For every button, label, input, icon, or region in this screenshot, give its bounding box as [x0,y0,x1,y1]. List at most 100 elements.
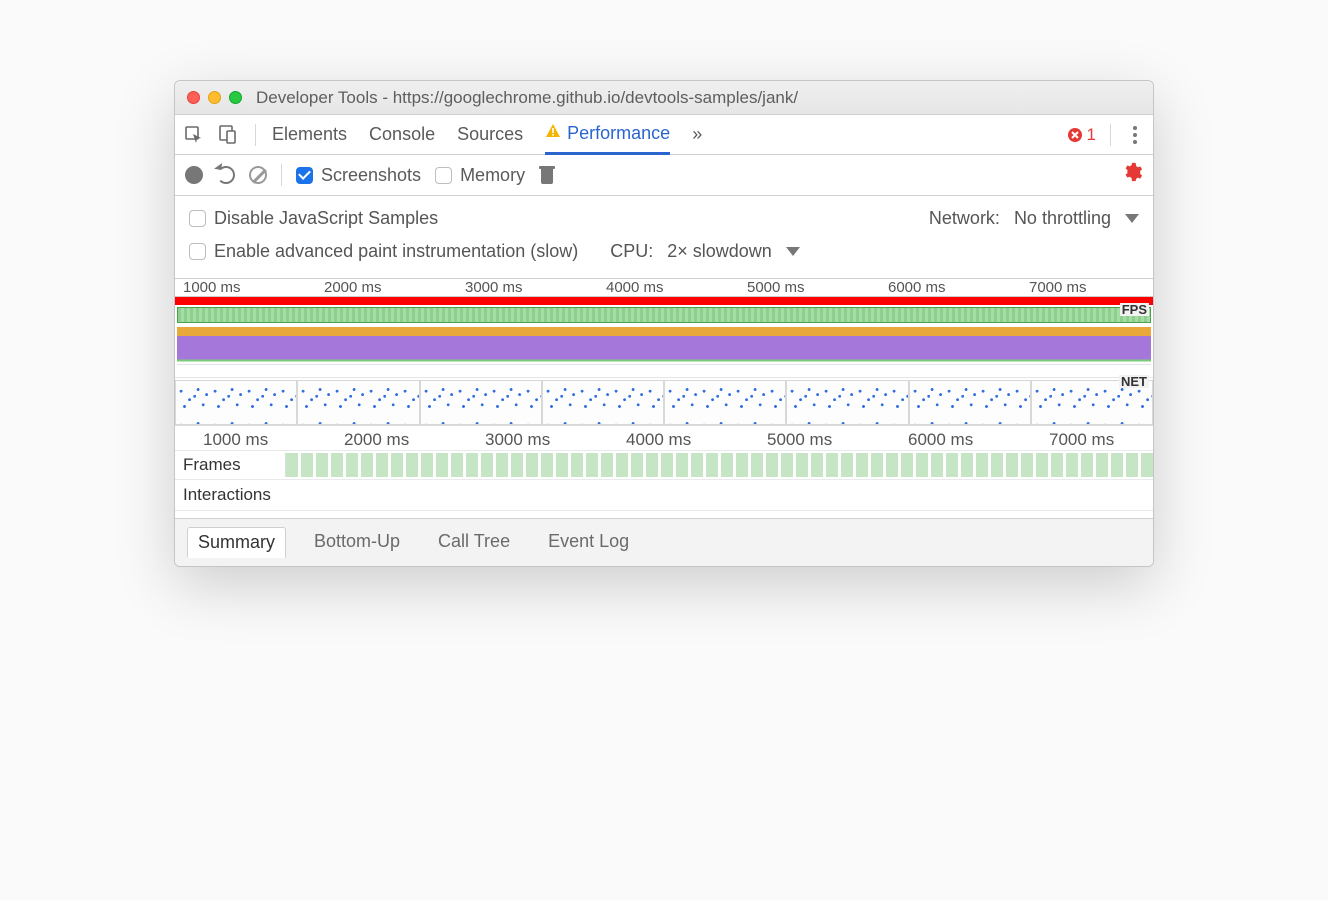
reload-record-icon[interactable] [217,166,235,184]
fps-label: FPS [1120,303,1149,316]
screenshots-toggle[interactable]: Screenshots [296,165,421,186]
tabs-overflow[interactable]: » [692,115,702,154]
screenshot-thumb[interactable] [664,380,786,425]
network-throttle-dropdown[interactable]: Network: No throttling [929,208,1139,229]
tick-label: 3000 ms [465,279,606,296]
separator [255,124,256,146]
flamechart-pane: 1000 ms 2000 ms 3000 ms 4000 ms 5000 ms … [175,425,1153,518]
checkbox-label: Disable JavaScript Samples [214,208,438,229]
details-tabs: Summary Bottom-Up Call Tree Event Log [175,518,1153,566]
frames-strip[interactable] [285,453,1153,477]
trash-icon[interactable] [539,166,555,184]
dropdown-label: CPU: [610,241,653,262]
kebab-menu-icon[interactable] [1125,126,1145,144]
track-label: Interactions [175,481,285,509]
screenshot-thumb[interactable] [909,380,1031,425]
tab-label: Summary [198,532,275,552]
long-task-bar [175,297,1153,305]
tab-performance[interactable]: Performance [545,116,670,155]
screenshot-thumb[interactable] [786,380,908,425]
device-toggle-icon[interactable] [217,124,239,146]
tab-console[interactable]: Console [369,115,435,154]
tick-label: 1000 ms [183,279,324,296]
tick-label: 6000 ms [888,279,1029,296]
more-icon: » [692,124,702,145]
tick-label: 2000 ms [344,430,485,450]
tab-sources[interactable]: Sources [457,115,523,154]
screenshot-thumb[interactable] [542,380,664,425]
tick-label: 4000 ms [606,279,747,296]
screenshot-thumb[interactable] [175,380,297,425]
capture-settings: Disable JavaScript Samples Network: No t… [175,196,1153,279]
screenshot-thumb[interactable] [297,380,419,425]
tab-summary[interactable]: Summary [187,527,286,558]
screenshot-thumb[interactable] [420,380,542,425]
error-badge[interactable]: 1 [1067,125,1096,145]
devtools-window: Developer Tools - https://googlechrome.g… [174,80,1154,567]
tick-label: 5000 ms [747,279,888,296]
checkbox-label: Screenshots [321,165,421,186]
enable-paint-instrumentation-toggle[interactable]: Enable advanced paint instrumentation (s… [189,241,578,262]
perf-toolbar: Screenshots Memory [175,155,1153,196]
tick-label: 6000 ms [908,430,1049,450]
zoom-icon[interactable] [229,91,242,104]
overview-pane[interactable]: 1000 ms 2000 ms 3000 ms 4000 ms 5000 ms … [175,279,1153,425]
overview-ruler: 1000 ms 2000 ms 3000 ms 4000 ms 5000 ms … [175,279,1153,297]
interactions-strip[interactable] [285,480,1153,510]
checkbox-label: Enable advanced paint instrumentation (s… [214,241,578,262]
separator [281,164,282,186]
separator [1110,124,1111,146]
spacer [175,510,1153,518]
dropdown-value: 2× slowdown [667,241,772,262]
clear-icon[interactable] [249,166,267,184]
screenshot-strip[interactable] [175,377,1153,425]
settings-gear-icon[interactable] [1121,161,1143,189]
fps-lane[interactable] [177,307,1151,323]
window-title: Developer Tools - https://googlechrome.g… [256,88,798,108]
tab-call-tree[interactable]: Call Tree [428,527,520,558]
cpu-throttle-dropdown[interactable]: CPU: 2× slowdown [610,241,800,262]
chevron-down-icon [1125,214,1139,223]
record-icon[interactable] [185,166,203,184]
tab-label: Performance [567,123,670,144]
error-count: 1 [1087,125,1096,145]
tab-label: Console [369,124,435,145]
main-tabs: Elements Console Sources Performance » [272,115,702,154]
traffic-lights [187,91,242,104]
chevron-down-icon [786,247,800,256]
warning-icon [545,123,561,144]
titlebar: Developer Tools - https://googlechrome.g… [175,81,1153,115]
cpu-lane[interactable] [177,327,1151,365]
disable-js-samples-toggle[interactable]: Disable JavaScript Samples [189,208,438,229]
tick-label: 5000 ms [767,430,908,450]
tick-label: 4000 ms [626,430,767,450]
dropdown-value: No throttling [1014,208,1111,229]
checkbox-label: Memory [460,165,525,186]
inspect-icon[interactable] [183,124,205,146]
main-tabs-row: Elements Console Sources Performance » 1 [175,115,1153,155]
tick-label: 1000 ms [203,430,344,450]
tick-label: 2000 ms [324,279,465,296]
tick-label: 7000 ms [1049,430,1154,450]
minimize-icon[interactable] [208,91,221,104]
frames-track[interactable]: Frames [175,450,1153,479]
checkbox-icon[interactable] [189,243,206,260]
tick-label: 3000 ms [485,430,626,450]
memory-toggle[interactable]: Memory [435,165,525,186]
interactions-track[interactable]: Interactions [175,479,1153,510]
tab-label: Sources [457,124,523,145]
tab-elements[interactable]: Elements [272,115,347,154]
tab-label: Event Log [548,531,629,551]
tab-label: Call Tree [438,531,510,551]
tab-event-log[interactable]: Event Log [538,527,639,558]
tab-label: Bottom-Up [314,531,400,551]
net-lane[interactable] [175,369,1153,377]
tab-bottom-up[interactable]: Bottom-Up [304,527,410,558]
dropdown-label: Network: [929,208,1000,229]
checkbox-icon[interactable] [296,167,313,184]
track-label: Frames [175,451,285,479]
close-icon[interactable] [187,91,200,104]
net-label: NET [1119,375,1149,388]
checkbox-icon[interactable] [435,167,452,184]
checkbox-icon[interactable] [189,210,206,227]
